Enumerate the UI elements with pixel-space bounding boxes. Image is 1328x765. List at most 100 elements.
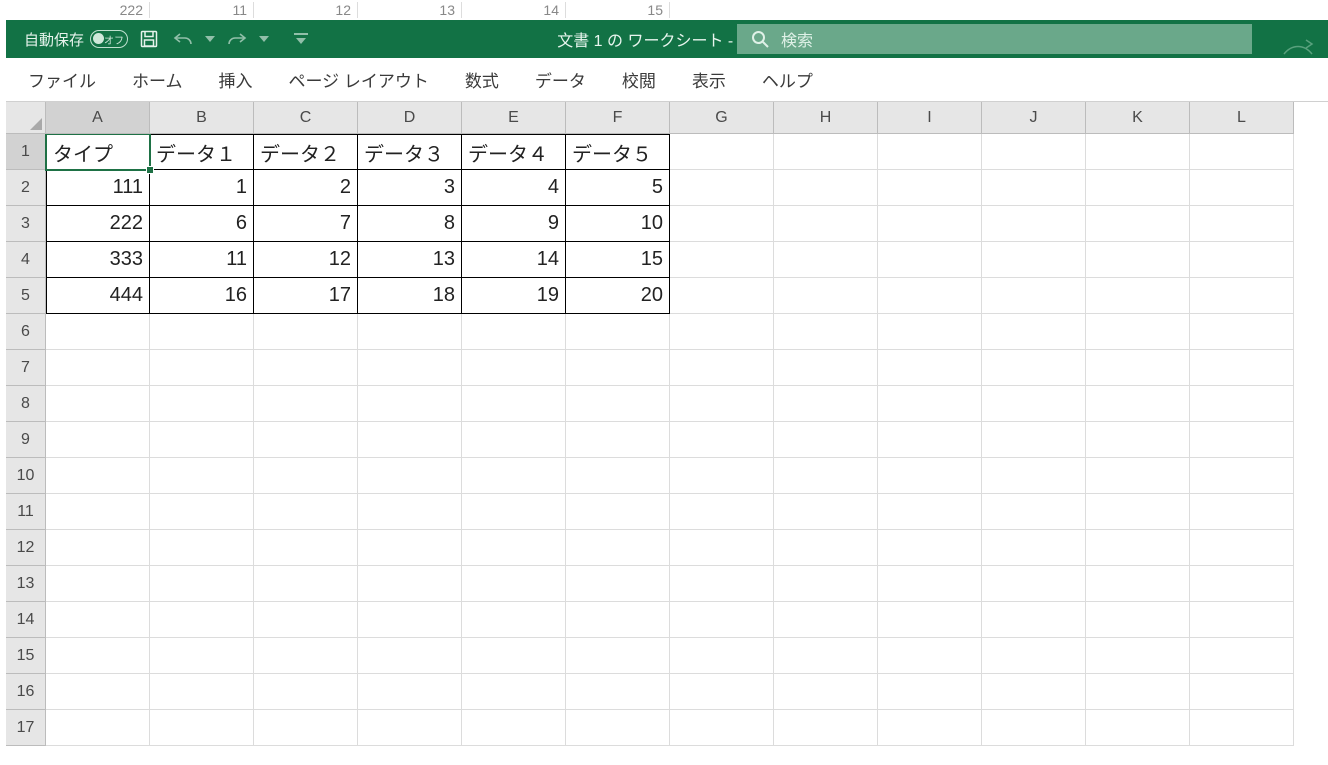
cell-K1[interactable] xyxy=(1086,134,1190,170)
column-header-C[interactable]: C xyxy=(254,102,358,134)
cell-D7[interactable] xyxy=(358,350,462,386)
cell-H7[interactable] xyxy=(774,350,878,386)
cell-E9[interactable] xyxy=(462,422,566,458)
cell-J12[interactable] xyxy=(982,530,1086,566)
cell-F6[interactable] xyxy=(566,314,670,350)
cell-B9[interactable] xyxy=(150,422,254,458)
cell-K2[interactable] xyxy=(1086,170,1190,206)
cell-D5[interactable]: 18 xyxy=(358,278,462,314)
cell-K3[interactable] xyxy=(1086,206,1190,242)
cell-E8[interactable] xyxy=(462,386,566,422)
cell-C17[interactable] xyxy=(254,710,358,746)
cell-L2[interactable] xyxy=(1190,170,1294,206)
cell-K8[interactable] xyxy=(1086,386,1190,422)
cell-E15[interactable] xyxy=(462,638,566,674)
column-header-I[interactable]: I xyxy=(878,102,982,134)
cell-L4[interactable] xyxy=(1190,242,1294,278)
tab-insert[interactable]: 挿入 xyxy=(201,58,271,101)
cell-L16[interactable] xyxy=(1190,674,1294,710)
cell-C16[interactable] xyxy=(254,674,358,710)
cell-D12[interactable] xyxy=(358,530,462,566)
cell-J5[interactable] xyxy=(982,278,1086,314)
cell-H5[interactable] xyxy=(774,278,878,314)
cell-E13[interactable] xyxy=(462,566,566,602)
cell-A14[interactable] xyxy=(46,602,150,638)
row-header-3[interactable]: 3 xyxy=(6,206,46,242)
cell-D10[interactable] xyxy=(358,458,462,494)
cell-H9[interactable] xyxy=(774,422,878,458)
tab-view[interactable]: 表示 xyxy=(674,58,744,101)
cell-L17[interactable] xyxy=(1190,710,1294,746)
cell-I12[interactable] xyxy=(878,530,982,566)
cell-I11[interactable] xyxy=(878,494,982,530)
cell-E4[interactable]: 14 xyxy=(462,242,566,278)
cell-E5[interactable]: 19 xyxy=(462,278,566,314)
cell-C1[interactable]: データ２ xyxy=(254,134,358,170)
cell-K15[interactable] xyxy=(1086,638,1190,674)
autosave-toggle[interactable]: 自動保存 オフ xyxy=(24,29,128,50)
cell-L7[interactable] xyxy=(1190,350,1294,386)
cell-G5[interactable] xyxy=(670,278,774,314)
cell-F10[interactable] xyxy=(566,458,670,494)
cell-I4[interactable] xyxy=(878,242,982,278)
cell-B4[interactable]: 11 xyxy=(150,242,254,278)
cell-E14[interactable] xyxy=(462,602,566,638)
cell-D15[interactable] xyxy=(358,638,462,674)
cell-G9[interactable] xyxy=(670,422,774,458)
select-all-triangle[interactable] xyxy=(6,102,46,134)
cell-H10[interactable] xyxy=(774,458,878,494)
cell-B8[interactable] xyxy=(150,386,254,422)
cell-B3[interactable]: 6 xyxy=(150,206,254,242)
cell-J4[interactable] xyxy=(982,242,1086,278)
cell-L13[interactable] xyxy=(1190,566,1294,602)
cell-L10[interactable] xyxy=(1190,458,1294,494)
cell-A3[interactable]: 222 xyxy=(46,206,150,242)
cell-J11[interactable] xyxy=(982,494,1086,530)
cell-A7[interactable] xyxy=(46,350,150,386)
column-header-H[interactable]: H xyxy=(774,102,878,134)
cell-L14[interactable] xyxy=(1190,602,1294,638)
cell-K17[interactable] xyxy=(1086,710,1190,746)
cell-B7[interactable] xyxy=(150,350,254,386)
row-header-15[interactable]: 15 xyxy=(6,638,46,674)
cell-F4[interactable]: 15 xyxy=(566,242,670,278)
cell-C12[interactable] xyxy=(254,530,358,566)
cell-L15[interactable] xyxy=(1190,638,1294,674)
cell-G17[interactable] xyxy=(670,710,774,746)
cell-K10[interactable] xyxy=(1086,458,1190,494)
save-icon[interactable] xyxy=(136,26,162,52)
cell-D11[interactable] xyxy=(358,494,462,530)
cell-A15[interactable] xyxy=(46,638,150,674)
cell-C10[interactable] xyxy=(254,458,358,494)
cell-E16[interactable] xyxy=(462,674,566,710)
cell-D13[interactable] xyxy=(358,566,462,602)
cell-G4[interactable] xyxy=(670,242,774,278)
cell-C9[interactable] xyxy=(254,422,358,458)
column-header-B[interactable]: B xyxy=(150,102,254,134)
cell-E10[interactable] xyxy=(462,458,566,494)
cell-I10[interactable] xyxy=(878,458,982,494)
cell-K5[interactable] xyxy=(1086,278,1190,314)
cell-G15[interactable] xyxy=(670,638,774,674)
cell-L6[interactable] xyxy=(1190,314,1294,350)
cell-J2[interactable] xyxy=(982,170,1086,206)
cells-area[interactable]: タイプデータ１データ２データ３データ４データ５11112345222678910… xyxy=(46,134,1328,765)
cell-B11[interactable] xyxy=(150,494,254,530)
cell-L8[interactable] xyxy=(1190,386,1294,422)
tab-data[interactable]: データ xyxy=(517,58,604,101)
cell-L9[interactable] xyxy=(1190,422,1294,458)
column-header-D[interactable]: D xyxy=(358,102,462,134)
column-header-J[interactable]: J xyxy=(982,102,1086,134)
row-header-6[interactable]: 6 xyxy=(6,314,46,350)
cell-I5[interactable] xyxy=(878,278,982,314)
cell-B16[interactable] xyxy=(150,674,254,710)
cell-J6[interactable] xyxy=(982,314,1086,350)
cell-F1[interactable]: データ５ xyxy=(566,134,670,170)
cell-A17[interactable] xyxy=(46,710,150,746)
row-header-16[interactable]: 16 xyxy=(6,674,46,710)
cell-J8[interactable] xyxy=(982,386,1086,422)
cell-F2[interactable]: 5 xyxy=(566,170,670,206)
cell-J17[interactable] xyxy=(982,710,1086,746)
cell-L1[interactable] xyxy=(1190,134,1294,170)
cell-B12[interactable] xyxy=(150,530,254,566)
